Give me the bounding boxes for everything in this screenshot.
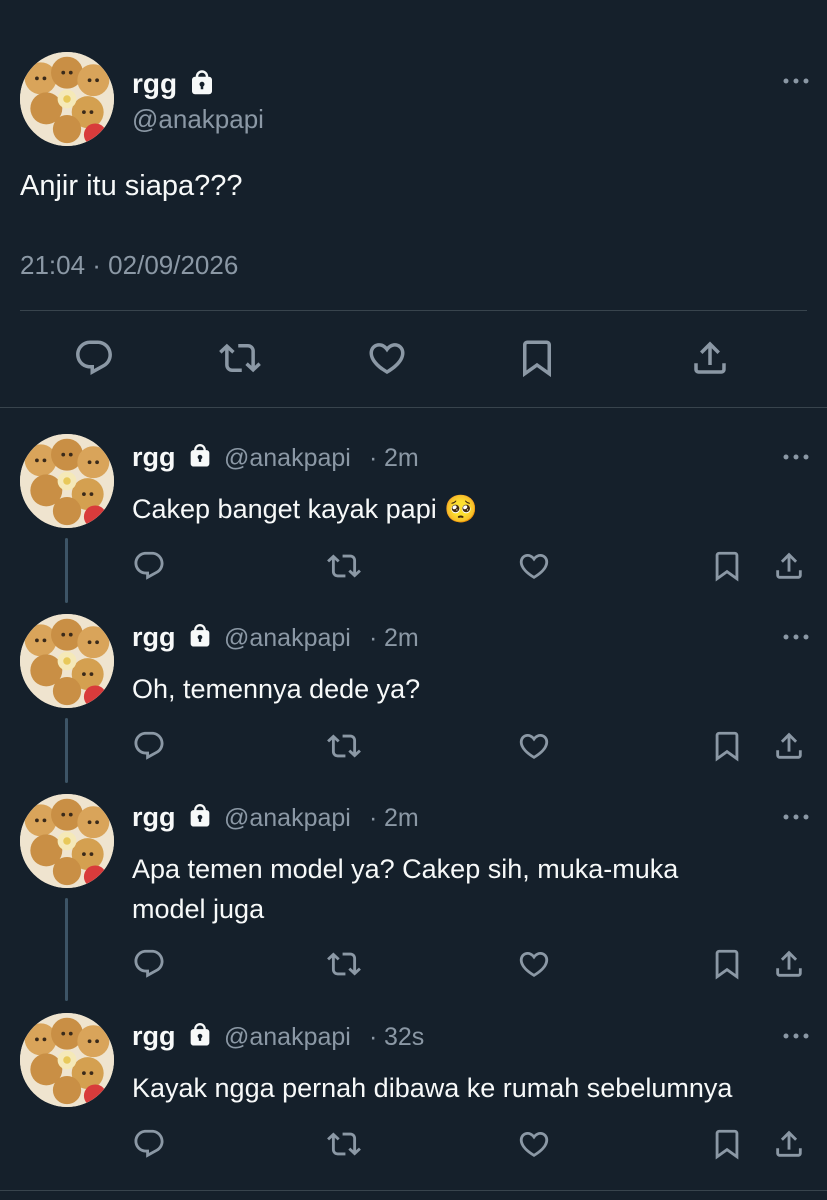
handle[interactable]: @anakpapi xyxy=(224,804,351,833)
meta-separator: · xyxy=(369,624,378,652)
avatar-image xyxy=(20,794,114,888)
share-icon[interactable] xyxy=(689,337,731,379)
reply-time[interactable]: 2m xyxy=(384,444,419,473)
meta-separator: · xyxy=(369,804,378,832)
meta-separator: · xyxy=(369,1023,378,1051)
avatar[interactable] xyxy=(20,1013,114,1107)
share-icon[interactable] xyxy=(772,1127,806,1161)
display-name[interactable]: rgg xyxy=(132,622,176,653)
retweet-icon[interactable] xyxy=(327,729,361,763)
bookmark-icon[interactable] xyxy=(710,947,744,981)
bookmark-icon[interactable] xyxy=(710,729,744,763)
tweet-text: Anjir itu siapa??? xyxy=(20,170,243,202)
handle[interactable]: @anakpapi xyxy=(132,104,264,135)
avatar-image xyxy=(20,434,114,528)
reply-time[interactable]: 32s xyxy=(384,1023,424,1052)
more-options-icon[interactable] xyxy=(782,812,810,822)
more-options-icon[interactable] xyxy=(782,632,810,642)
handle[interactable]: @anakpapi xyxy=(224,1023,351,1052)
thread-line xyxy=(65,898,68,1001)
tweet-text: Kayak ngga pernah dibawa ke rumah sebelu… xyxy=(132,1073,733,1103)
avatar-image xyxy=(20,1013,114,1107)
lock-icon xyxy=(187,68,217,98)
like-icon[interactable] xyxy=(517,947,551,981)
reply-icon[interactable] xyxy=(73,337,115,379)
more-options-icon[interactable] xyxy=(782,452,810,462)
divider xyxy=(0,1190,827,1191)
thread-line xyxy=(65,718,68,783)
avatar[interactable] xyxy=(20,52,114,146)
avatar-image xyxy=(20,52,114,146)
tweet-text-line-2: model juga xyxy=(132,894,265,924)
like-icon[interactable] xyxy=(517,549,551,583)
like-icon[interactable] xyxy=(517,729,551,763)
lock-icon xyxy=(186,1021,214,1049)
retweet-icon[interactable] xyxy=(327,947,361,981)
lock-icon xyxy=(186,622,214,650)
tweet-text-line-1: Apa temen model ya? Cakep sih, muka-muka xyxy=(132,854,679,884)
display-name[interactable]: rgg xyxy=(132,68,177,100)
tweet-timestamp[interactable]: 21:04 · 02/09/2026 xyxy=(20,250,238,281)
more-options-icon[interactable] xyxy=(782,1031,810,1041)
bookmark-icon[interactable] xyxy=(710,549,744,583)
display-name[interactable]: rgg xyxy=(132,802,176,833)
reply-icon[interactable] xyxy=(132,549,166,583)
meta-separator: · xyxy=(369,444,378,472)
display-name[interactable]: rgg xyxy=(132,442,176,473)
retweet-icon[interactable] xyxy=(219,337,261,379)
divider xyxy=(0,407,827,408)
handle[interactable]: @anakpapi xyxy=(224,624,351,653)
retweet-icon[interactable] xyxy=(327,1127,361,1161)
thread-line xyxy=(65,538,68,603)
avatar[interactable] xyxy=(20,614,114,708)
tweet-text: Cakep banget kayak papi 🥺 xyxy=(132,494,478,524)
avatar[interactable] xyxy=(20,794,114,888)
reply-time[interactable]: 2m xyxy=(384,804,419,833)
avatar-image xyxy=(20,614,114,708)
divider xyxy=(20,310,807,311)
reply-icon[interactable] xyxy=(132,729,166,763)
like-icon[interactable] xyxy=(366,337,408,379)
share-icon[interactable] xyxy=(772,549,806,583)
lock-icon xyxy=(186,802,214,830)
like-icon[interactable] xyxy=(517,1127,551,1161)
retweet-icon[interactable] xyxy=(327,549,361,583)
tweet-text: Oh, temennya dede ya? xyxy=(132,674,421,704)
avatar[interactable] xyxy=(20,434,114,528)
reply-icon[interactable] xyxy=(132,947,166,981)
share-icon[interactable] xyxy=(772,729,806,763)
bookmark-icon[interactable] xyxy=(516,337,558,379)
bookmark-icon[interactable] xyxy=(710,1127,744,1161)
reply-time[interactable]: 2m xyxy=(384,624,419,653)
more-options-icon[interactable] xyxy=(782,76,810,86)
lock-icon xyxy=(186,442,214,470)
handle[interactable]: @anakpapi xyxy=(224,444,351,473)
share-icon[interactable] xyxy=(772,947,806,981)
display-name[interactable]: rgg xyxy=(132,1021,176,1052)
reply-icon[interactable] xyxy=(132,1127,166,1161)
